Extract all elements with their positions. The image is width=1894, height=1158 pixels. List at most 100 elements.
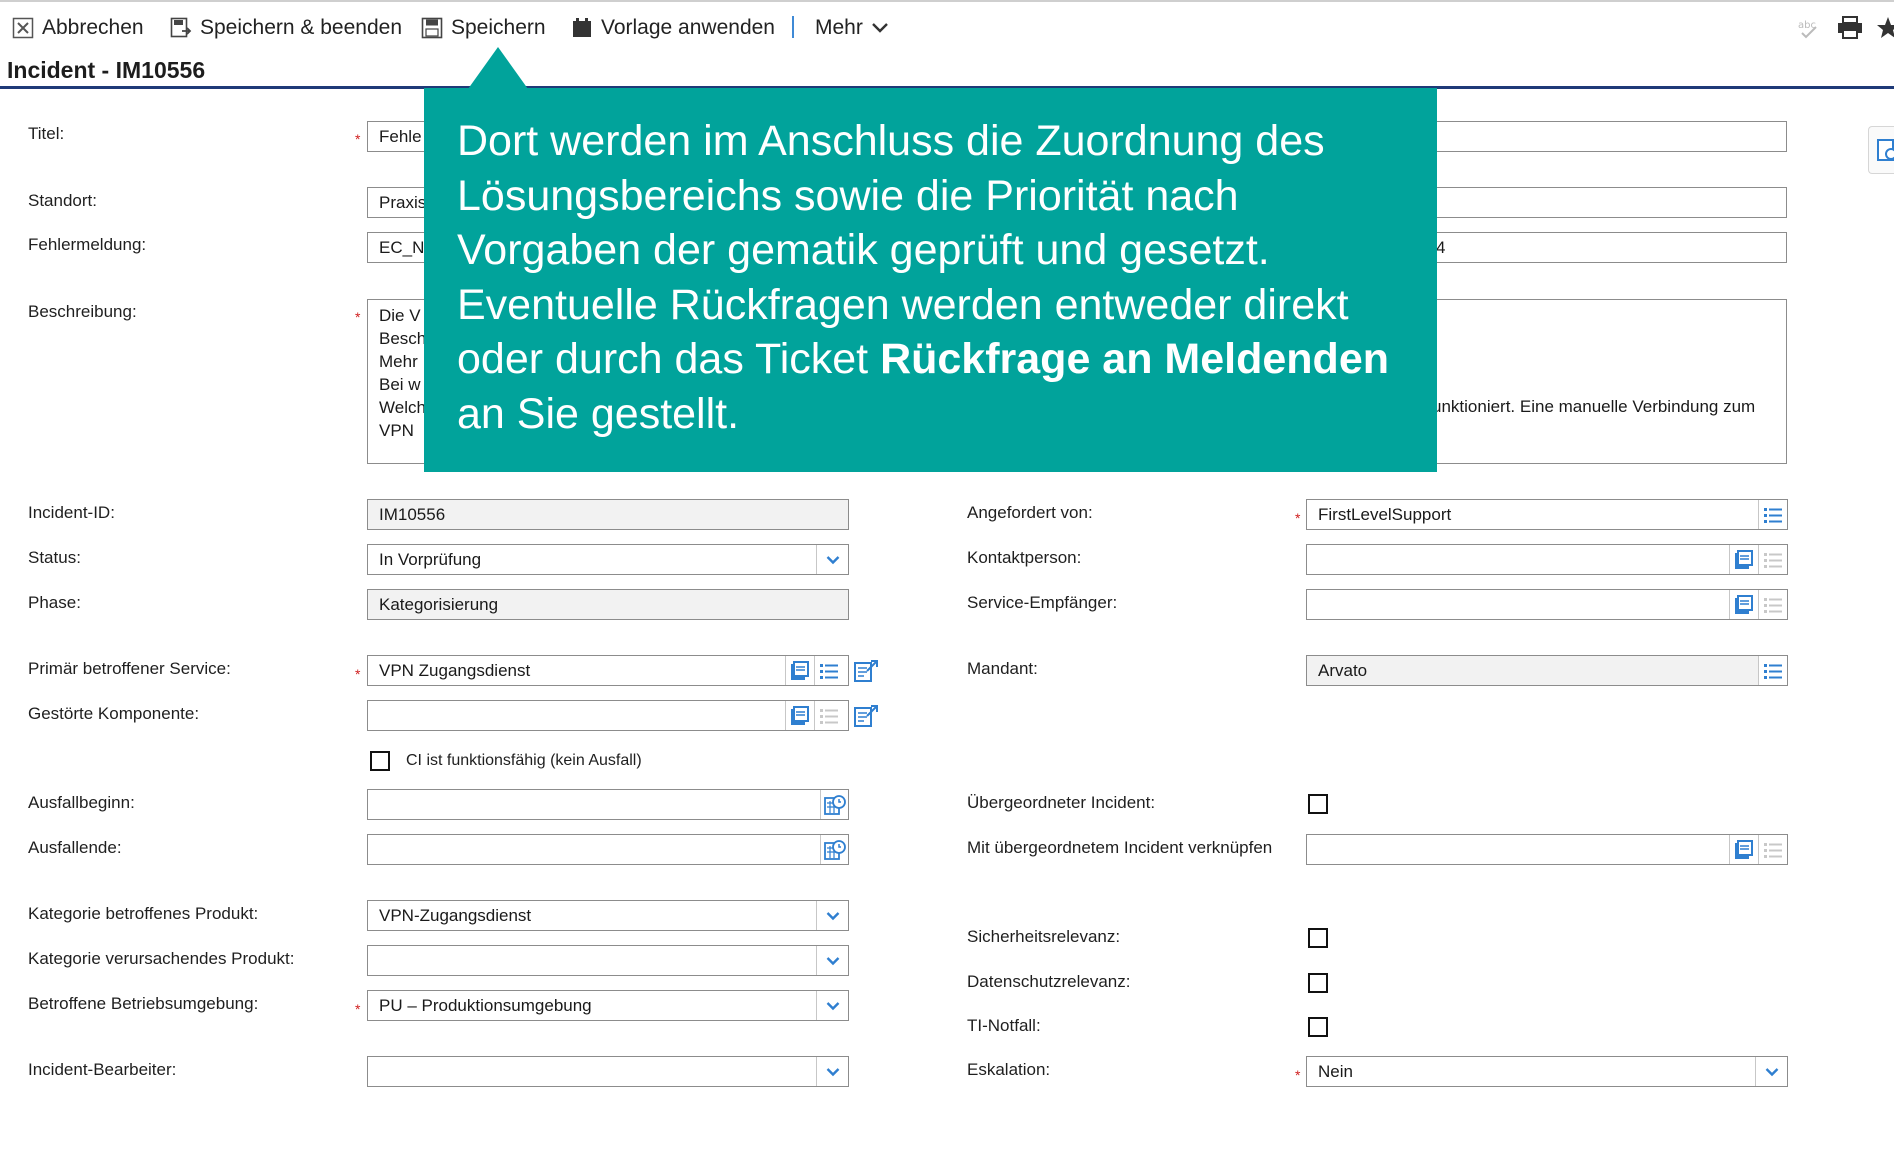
- spellcheck-icon[interactable]: abc: [1797, 16, 1821, 45]
- favorite-star-icon[interactable]: [1876, 16, 1894, 45]
- location-value: Praxis: [379, 193, 427, 212]
- title-value: Fehle: [379, 127, 422, 146]
- link-parent-field[interactable]: [1306, 834, 1788, 865]
- chevron-down-icon: [826, 555, 839, 564]
- page-title: Incident - IM10556: [7, 57, 206, 83]
- ti-emergency-label: TI-Notfall:: [967, 1016, 1041, 1035]
- error-message-value: EC_N: [379, 238, 425, 257]
- privacy-checkbox[interactable]: [1308, 973, 1328, 993]
- assignee-select[interactable]: [367, 1056, 849, 1087]
- list-icon-disabled: [1758, 545, 1787, 574]
- chevron-down-icon: [872, 23, 888, 33]
- outage-end-label: Ausfallende:: [28, 838, 122, 857]
- link-parent-label: Mit übergeordnetem Incident verknüpfen: [967, 838, 1273, 857]
- parent-incident-checkbox[interactable]: [1308, 794, 1328, 814]
- status-value: In Vorprüfung: [379, 550, 482, 569]
- required-marker: *: [355, 1001, 361, 1017]
- category-cause-select[interactable]: [367, 945, 849, 976]
- client-value: Arvato: [1318, 661, 1368, 680]
- save-and-close-button[interactable]: Speichern & beenden: [170, 12, 402, 44]
- service-recipient-field[interactable]: [1306, 589, 1788, 620]
- environment-dropdown-button[interactable]: [816, 991, 848, 1020]
- client-field[interactable]: Arvato: [1306, 655, 1788, 686]
- client-label: Mandant:: [967, 659, 1038, 678]
- location-label: Standort:: [28, 191, 97, 210]
- primary-service-value: VPN Zugangsdienst: [379, 661, 531, 680]
- escalation-value: Nein: [1318, 1062, 1353, 1081]
- ci-functional-label: CI ist funktionsfähig (kein Ausfall): [406, 752, 642, 769]
- security-checkbox[interactable]: [1308, 928, 1328, 948]
- phase-value: Kategorisierung: [379, 595, 499, 614]
- more-menu-button[interactable]: Mehr: [815, 12, 889, 44]
- outage-end-field[interactable]: [367, 834, 849, 865]
- calendar-clock-icon[interactable]: [820, 835, 848, 864]
- status-label: Status:: [28, 548, 81, 567]
- required-marker: *: [1295, 510, 1301, 526]
- list-icon-disabled: [814, 701, 843, 730]
- calendar-clock-icon[interactable]: [820, 790, 848, 819]
- contact-field[interactable]: [1306, 544, 1788, 575]
- ci-functional-checkbox[interactable]: [370, 751, 390, 771]
- parent-incident-label: Übergeordneter Incident:: [967, 793, 1156, 812]
- status-dropdown-button[interactable]: [816, 545, 848, 574]
- print-icon[interactable]: [1837, 16, 1863, 45]
- contact-label: Kontaktperson:: [967, 548, 1082, 567]
- incident-id-field: IM10556: [367, 499, 849, 530]
- outage-start-field[interactable]: [367, 789, 849, 820]
- category-product-select[interactable]: VPN-Zugangsdienst: [367, 900, 849, 931]
- form-lookup-icon[interactable]: [1729, 590, 1758, 619]
- service-recipient-label: Service-Empfänger:: [967, 593, 1118, 612]
- apply-template-button[interactable]: Vorlage anwenden: [571, 12, 775, 44]
- required-marker: *: [355, 309, 361, 325]
- title-label: Titel:: [28, 124, 65, 143]
- incident-id-label: Incident-ID:: [28, 503, 115, 522]
- requested-by-value: FirstLevelSupport: [1318, 505, 1452, 524]
- environment-value: PU – Produktionsumgebung: [379, 996, 592, 1015]
- save-icon: [421, 17, 443, 39]
- outage-start-label: Ausfallbeginn:: [28, 793, 135, 812]
- required-marker: *: [355, 666, 361, 682]
- list-icon[interactable]: [1758, 500, 1787, 529]
- error-message-label: Fehlermeldung:: [28, 235, 147, 254]
- form-lookup-icon[interactable]: [1729, 835, 1758, 864]
- escalation-dropdown-button[interactable]: [1755, 1057, 1787, 1086]
- ci-navigate-icon[interactable]: [851, 701, 880, 730]
- chevron-down-icon: [826, 956, 839, 965]
- environment-select[interactable]: PU – Produktionsumgebung: [367, 990, 849, 1021]
- chevron-down-icon: [1765, 1067, 1778, 1076]
- tutorial-callout: Dort werden im Anschluss die Zuordnung d…: [424, 47, 1437, 472]
- callout-text-end: an Sie gestellt.: [457, 389, 740, 438]
- phase-field: Kategorisierung: [367, 589, 849, 620]
- form-lookup-icon[interactable]: [1729, 545, 1758, 574]
- escalation-select[interactable]: Nein: [1306, 1056, 1788, 1087]
- primary-service-label: Primär betroffener Service:: [28, 659, 231, 678]
- form-lookup-icon[interactable]: [785, 656, 814, 685]
- category-product-value: VPN-Zugangsdienst: [379, 906, 532, 925]
- list-icon-disabled: [1758, 835, 1787, 864]
- list-icon[interactable]: [1758, 656, 1787, 685]
- privacy-label: Datenschutzrelevanz:: [967, 972, 1131, 991]
- side-panel-tab[interactable]: [1868, 126, 1894, 174]
- category-cause-label: Kategorie verursachendes Produkt:: [28, 949, 295, 968]
- callout-pointer: [468, 47, 528, 89]
- requested-by-field[interactable]: FirstLevelSupport: [1306, 499, 1788, 530]
- ci-navigate-icon[interactable]: [851, 656, 880, 685]
- status-select[interactable]: In Vorprüfung: [367, 544, 849, 575]
- form-lookup-icon[interactable]: [785, 701, 814, 730]
- more-label: Mehr: [815, 16, 863, 39]
- category-cause-dropdown-button[interactable]: [816, 946, 848, 975]
- primary-service-field[interactable]: VPN Zugangsdienst: [367, 655, 849, 686]
- save-button[interactable]: Speichern: [421, 12, 546, 44]
- failed-component-field[interactable]: [367, 700, 849, 731]
- cancel-label: Abbrechen: [42, 16, 144, 39]
- category-product-dropdown-button[interactable]: [816, 901, 848, 930]
- assignee-dropdown-button[interactable]: [816, 1057, 848, 1086]
- cancel-icon: [12, 17, 34, 39]
- list-icon[interactable]: [814, 656, 843, 685]
- ti-emergency-checkbox[interactable]: [1308, 1017, 1328, 1037]
- cancel-button[interactable]: Abbrechen: [12, 12, 144, 44]
- description-line-end: unktioniert. Eine manuelle Verbindung zu…: [1432, 397, 1756, 416]
- failed-component-label: Gestörte Komponente:: [28, 704, 200, 723]
- save-label: Speichern: [451, 16, 546, 39]
- description-label: Beschreibung:: [28, 302, 137, 321]
